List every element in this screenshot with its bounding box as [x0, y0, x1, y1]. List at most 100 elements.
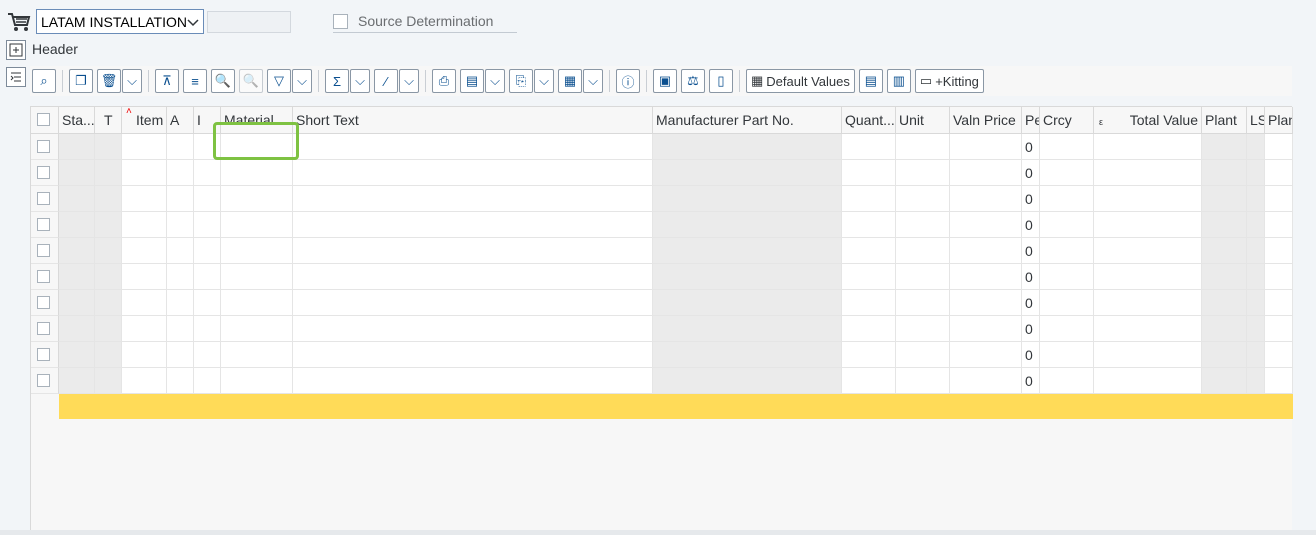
- table-cell[interactable]: [842, 212, 896, 238]
- per-cell[interactable]: 0: [1022, 290, 1040, 316]
- table-cell[interactable]: [293, 238, 653, 264]
- layout-dropdown-button[interactable]: ⌵: [583, 69, 603, 93]
- table-cell[interactable]: [1247, 264, 1265, 290]
- table-cell[interactable]: [1247, 368, 1265, 394]
- table-cell[interactable]: [167, 264, 194, 290]
- table-cell[interactable]: [1247, 316, 1265, 342]
- table-cell[interactable]: [950, 290, 1022, 316]
- table-cell[interactable]: [842, 342, 896, 368]
- table-cell[interactable]: [122, 290, 167, 316]
- table-cell[interactable]: [1247, 342, 1265, 368]
- table-cell[interactable]: [194, 212, 221, 238]
- table-cell[interactable]: [1040, 134, 1094, 160]
- table-cell[interactable]: [950, 212, 1022, 238]
- column-header-unit[interactable]: Unit: [896, 107, 950, 133]
- table-cell[interactable]: [896, 316, 950, 342]
- table-cell[interactable]: [950, 186, 1022, 212]
- row-select-cell[interactable]: [31, 316, 59, 342]
- table-row[interactable]: 0: [31, 290, 1293, 316]
- sort-descending-button[interactable]: ≡: [183, 69, 207, 93]
- material-cell[interactable]: [221, 238, 293, 264]
- table-cell[interactable]: [950, 316, 1022, 342]
- table-cell[interactable]: [95, 368, 122, 394]
- table-cell[interactable]: [842, 160, 896, 186]
- collapse-items-button[interactable]: [6, 67, 26, 87]
- table-cell[interactable]: [842, 134, 896, 160]
- table-cell[interactable]: [1094, 186, 1202, 212]
- table-cell[interactable]: [194, 160, 221, 186]
- table-cell[interactable]: [896, 238, 950, 264]
- table-cell[interactable]: [950, 368, 1022, 394]
- table-cell[interactable]: [167, 316, 194, 342]
- column-header-item[interactable]: ˄ Item: [122, 107, 167, 133]
- subtotal-button[interactable]: ⁄: [374, 69, 398, 93]
- row-checkbox[interactable]: [37, 296, 50, 309]
- table-cell[interactable]: [122, 238, 167, 264]
- subtotal-dropdown-button[interactable]: ⌵: [399, 69, 419, 93]
- table-cell[interactable]: [167, 342, 194, 368]
- table-cell[interactable]: [1202, 160, 1247, 186]
- table-cell[interactable]: [896, 264, 950, 290]
- kitting-button[interactable]: ▭ +Kitting: [914, 69, 984, 93]
- table-cell[interactable]: [1202, 342, 1247, 368]
- table-cell[interactable]: [194, 264, 221, 290]
- column-header-status[interactable]: Sta...: [59, 107, 95, 133]
- table-cell[interactable]: [293, 212, 653, 238]
- table-cell[interactable]: [896, 368, 950, 394]
- checkbox-box[interactable]: [333, 13, 348, 29]
- table-cell[interactable]: [1094, 134, 1202, 160]
- table-cell[interactable]: [167, 238, 194, 264]
- column-header-currency[interactable]: Crcy: [1040, 107, 1094, 133]
- table-cell[interactable]: [1265, 238, 1293, 264]
- per-cell[interactable]: 0: [1022, 368, 1040, 394]
- table-cell[interactable]: [194, 368, 221, 394]
- per-cell[interactable]: 0: [1022, 134, 1040, 160]
- table-cell[interactable]: [653, 160, 842, 186]
- document-type-dropdown[interactable]: LATAM INSTALLATION: [36, 9, 204, 34]
- per-cell[interactable]: 0: [1022, 160, 1040, 186]
- default-values-button[interactable]: ▦ Default Values: [746, 69, 855, 93]
- table-cell[interactable]: [95, 316, 122, 342]
- table-cell[interactable]: [59, 342, 95, 368]
- table-row[interactable]: 0: [31, 316, 1293, 342]
- per-cell[interactable]: 0: [1022, 316, 1040, 342]
- table-cell[interactable]: [1202, 134, 1247, 160]
- row-checkbox[interactable]: [37, 374, 50, 387]
- table-cell[interactable]: [122, 186, 167, 212]
- table-cell[interactable]: [1265, 264, 1293, 290]
- table-cell[interactable]: [1202, 264, 1247, 290]
- table-cell[interactable]: [950, 134, 1022, 160]
- table-row[interactable]: 0: [31, 368, 1293, 394]
- select-all-cell[interactable]: [31, 107, 59, 133]
- per-cell[interactable]: 0: [1022, 186, 1040, 212]
- material-cell[interactable]: [221, 368, 293, 394]
- table-cell[interactable]: [293, 134, 653, 160]
- table-cell[interactable]: [1202, 316, 1247, 342]
- table-cell[interactable]: [59, 212, 95, 238]
- table-cell[interactable]: [1040, 160, 1094, 186]
- table-cell[interactable]: [1265, 316, 1293, 342]
- column-header-ls[interactable]: LS: [1247, 107, 1265, 133]
- material-cell[interactable]: [221, 290, 293, 316]
- table-cell[interactable]: [1247, 134, 1265, 160]
- column-header-plant[interactable]: Plant: [1202, 107, 1247, 133]
- table-cell[interactable]: [1094, 160, 1202, 186]
- table-cell[interactable]: [653, 368, 842, 394]
- table-cell[interactable]: [95, 186, 122, 212]
- select-all-checkbox[interactable]: [37, 113, 50, 126]
- table-cell[interactable]: [1040, 290, 1094, 316]
- delete-dropdown-button[interactable]: ⌵: [122, 69, 142, 93]
- table-cell[interactable]: [1040, 342, 1094, 368]
- table-cell[interactable]: [293, 186, 653, 212]
- table-cell[interactable]: [293, 316, 653, 342]
- print-button[interactable]: ⎙: [432, 69, 456, 93]
- table-cell[interactable]: [122, 212, 167, 238]
- row-select-cell[interactable]: [31, 290, 59, 316]
- material-cell[interactable]: [221, 342, 293, 368]
- table-cell[interactable]: [1247, 160, 1265, 186]
- table-cell[interactable]: [950, 342, 1022, 368]
- find-button[interactable]: 🔍: [211, 69, 235, 93]
- column-header-plan[interactable]: Plan: [1265, 107, 1293, 133]
- column-header-manufacturer-part[interactable]: Manufacturer Part No.: [653, 107, 842, 133]
- table-cell[interactable]: [1265, 290, 1293, 316]
